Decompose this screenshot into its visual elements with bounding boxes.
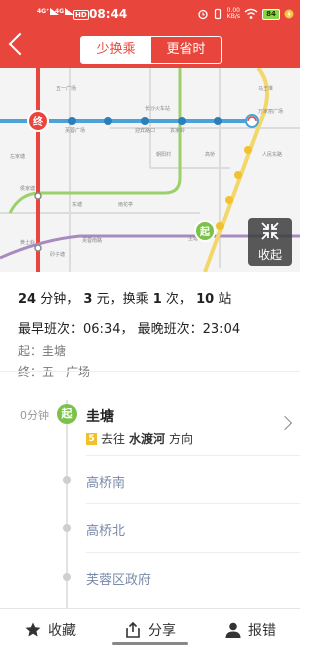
start-marker-label: 起 (199, 225, 211, 238)
report-button[interactable]: 报错 (200, 609, 300, 651)
list-item-stop: 高桥北 (86, 524, 126, 539)
summary-price-value: 3 (83, 292, 93, 307)
speed-unit: KB/s (226, 13, 240, 20)
back-button[interactable] (8, 32, 32, 56)
summary-time-value: 24 (18, 292, 37, 307)
vibrate-icon (214, 8, 221, 20)
favorite-label: 收藏 (48, 623, 76, 639)
stop-separator (86, 455, 300, 456)
map-label-donghu: 东塘 (72, 201, 82, 208)
summary-transfer-value: 1 (152, 292, 162, 307)
start-badge: 起 (57, 404, 77, 424)
summary-stops-unit: 站 (218, 292, 232, 307)
wifi-icon (244, 8, 258, 19)
map-label-yingwan: 迎宾路口 (135, 127, 155, 134)
app-header: 4G⁺ 4G HD 08:44 0.00 KB/s 84 少换乘 更省时 (0, 0, 300, 68)
status-time: 08:44 (89, 7, 128, 21)
list-item-stop: 芙蓉区政府 (86, 573, 152, 588)
person-icon (225, 622, 241, 638)
battery-icon: 84 (262, 8, 280, 20)
direction-prefix: 去往 (101, 432, 126, 446)
map-label-renmin: 人民东路 (262, 151, 282, 158)
line-green (8, 68, 182, 214)
summary-main-line: 24 分钟， 3 元，换乘 1 次， 10 站 (18, 288, 288, 308)
tab-fewer-transfers[interactable]: 少换乘 (81, 37, 151, 63)
stop-separator (86, 552, 300, 553)
summary-stops-value: 10 (196, 292, 215, 307)
map-label-furong: 芙蓉广场 (65, 127, 85, 134)
map-label-mapoling: 马王堆 (258, 85, 273, 92)
earliest-label: 最早班次： (18, 322, 84, 337)
end-name: 五一广场 (42, 365, 91, 379)
summary-start: 起：圭塘 (18, 342, 288, 362)
home-indicator[interactable] (112, 642, 188, 645)
stop-dot (63, 524, 71, 532)
map-label-hexi: 侯家塘 (20, 185, 35, 192)
charging-icon (284, 9, 294, 19)
collapse-label: 收起 (257, 248, 282, 262)
line-number-badge: 5 (86, 432, 97, 445)
route-summary: 24 分钟， 3 元，换乘 1 次， 10 站 最早班次：06:34， 最晚班次… (18, 288, 288, 383)
summary-price-unit: 元，换乘 (96, 292, 149, 307)
list-item-stop: 高桥南 (86, 476, 126, 491)
summary-time-unit: 分钟， (40, 292, 80, 307)
map-label-railway: 长沙火车站 (145, 105, 170, 112)
end-label: 终： (18, 365, 43, 379)
map-label-furongnan: 芙蓉南路 (82, 237, 102, 244)
collapse-map-button[interactable]: 收起 (248, 218, 292, 266)
direction-suffix: 方向 (169, 432, 194, 446)
map-label-yuanjialing: 袁家岭 (170, 127, 185, 134)
report-label: 报错 (248, 623, 276, 639)
summary-transfer-unit: 次， (165, 292, 192, 307)
collapse-icon (248, 220, 292, 247)
map-label-chaoyang: 朝阳村 (156, 151, 171, 158)
chevron-right-icon[interactable] (277, 415, 293, 431)
stop-dot (63, 573, 71, 581)
map-label-zuojiatang: 左家塘 (10, 153, 25, 160)
direction-destination: 水渡河 (129, 432, 166, 446)
share-label: 分享 (148, 623, 176, 639)
latest-time: 23:04 (202, 322, 241, 337)
map-label-gaoqiao: 高桥 (205, 151, 215, 158)
summary-schedule: 最早班次：06:34， 最晚班次：23:04 (18, 322, 241, 337)
map-label-wanjiali: 万家丽广场 (258, 108, 283, 115)
stop-dot (63, 476, 71, 484)
end-marker-label: 终 (33, 115, 44, 128)
start-name: 圭塘 (42, 344, 67, 358)
signal-2-icon: 4G (55, 8, 75, 15)
favorite-button[interactable]: 收藏 (0, 609, 100, 651)
start-label: 起： (18, 344, 43, 358)
hd-badge: HD (73, 10, 89, 20)
start-station-name: 圭塘 (86, 409, 114, 425)
tab-faster[interactable]: 更省时 (151, 37, 221, 63)
map-label-huangtuling: 黄土岭 (20, 239, 35, 246)
departure-time-label: 0分钟 (20, 409, 49, 422)
start-marker: 起 (194, 220, 216, 242)
status-bar: 4G⁺ 4G HD 08:44 0.00 KB/s 84 (0, 0, 300, 26)
route-mode-tabs: 少换乘 更省时 (80, 36, 222, 64)
signal-2-label: 4G (55, 8, 65, 15)
signal-1-label: 4G⁺ (37, 8, 50, 15)
line-direction[interactable]: 5 去往 水渡河 方向 (86, 430, 193, 447)
earliest-time: 06:34 (83, 322, 121, 337)
status-right: 0.00 KB/s 84 (197, 8, 294, 20)
map-label-yuhua: 雨花亭 (118, 201, 133, 208)
stop-separator (86, 503, 300, 504)
section-divider (0, 371, 300, 372)
latest-label: 最晚班次： (137, 322, 203, 337)
map-label-shazi: 砂子塘 (50, 251, 65, 258)
end-marker: 终 (27, 110, 49, 132)
star-icon (25, 622, 41, 637)
network-speed: 0.00 KB/s (227, 8, 240, 20)
alarm-icon (197, 9, 208, 20)
summary-end: 终：五一广场 (18, 363, 288, 383)
share-icon (126, 621, 140, 638)
map-label-wuyi: 五一广场 (56, 85, 76, 92)
